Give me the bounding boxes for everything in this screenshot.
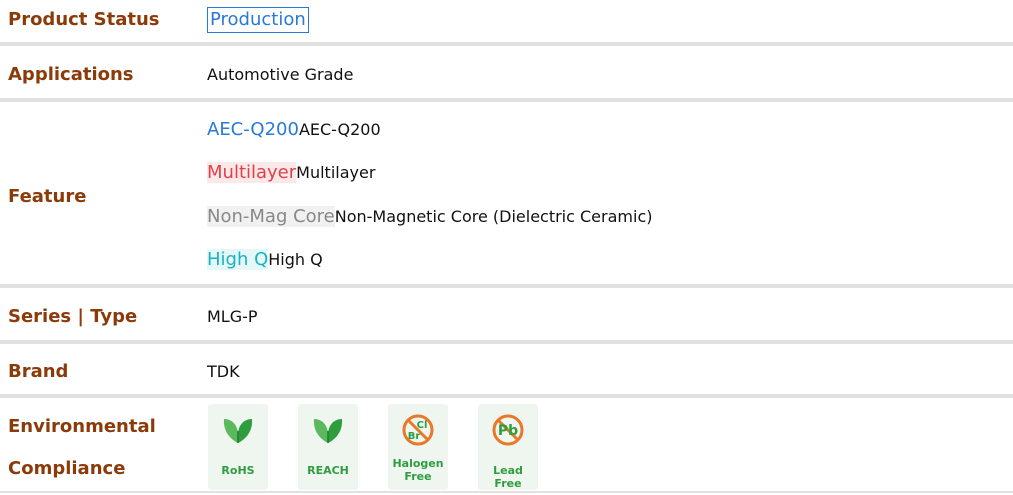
product-status-value-wrap: Production [207, 7, 309, 33]
brand-value: TDK [207, 362, 240, 381]
halogen-free-icon: Cl Br [402, 414, 434, 446]
product-status-label: Product Status [8, 9, 160, 30]
halogen-cl-text: Cl [417, 420, 428, 431]
feature-item: Non-Mag CoreNon-Magnetic Core (Dielectri… [207, 206, 652, 227]
feature-desc: Multilayer [296, 163, 376, 182]
lead-free-caption: Lead Free [493, 464, 523, 490]
series-type-label: Series | Type [8, 306, 138, 327]
brand-label: Brand [8, 361, 69, 382]
row-divider [0, 340, 1013, 344]
halogen-caption-line2: Free [404, 470, 432, 483]
lead-free-badge[interactable]: Pb Lead Free [478, 404, 538, 490]
halogen-caption-line1: Halogen [392, 457, 444, 470]
row-divider [0, 284, 1013, 288]
feature-item: AEC-Q200AEC-Q200 [207, 119, 381, 140]
feature-desc: AEC-Q200 [298, 120, 381, 139]
row-divider [0, 491, 1013, 493]
leaf-icon [313, 419, 343, 443]
feature-desc: Non-Magnetic Core (Dielectric Ceramic) [334, 207, 653, 226]
feature-tag[interactable]: AEC-Q200 [207, 119, 299, 140]
row-divider [0, 394, 1013, 398]
feature-item: High QHigh Q [207, 249, 323, 270]
leaf-icon [223, 419, 253, 443]
applications-value: Automotive Grade [207, 65, 354, 84]
rohs-badge[interactable]: RoHS [208, 404, 268, 490]
row-divider [0, 98, 1013, 102]
feature-tag[interactable]: Non-Mag Core [207, 206, 335, 227]
feature-item: MultilayerMultilayer [207, 162, 375, 183]
applications-label: Applications [8, 64, 134, 85]
feature-label: Feature [8, 186, 87, 207]
row-divider [0, 42, 1013, 46]
rohs-caption: RoHS [221, 464, 255, 477]
environmental-label-line1: Environmental [8, 416, 156, 437]
lead-pb-text: Pb [498, 423, 518, 439]
series-type-value: MLG-P [207, 307, 258, 326]
product-status-badge[interactable]: Production [207, 7, 309, 33]
halogen-br-text: Br [408, 431, 421, 442]
feature-tag[interactable]: Multilayer [207, 162, 297, 183]
reach-caption: REACH [307, 464, 349, 477]
reach-badge[interactable]: REACH [298, 404, 358, 490]
environmental-label-line2: Compliance [8, 458, 126, 479]
feature-desc: High Q [268, 250, 323, 269]
feature-tag[interactable]: High Q [207, 249, 269, 270]
halogen-free-badge[interactable]: Cl Br Halogen Free [388, 404, 448, 490]
lead-free-icon: Pb [492, 414, 524, 446]
